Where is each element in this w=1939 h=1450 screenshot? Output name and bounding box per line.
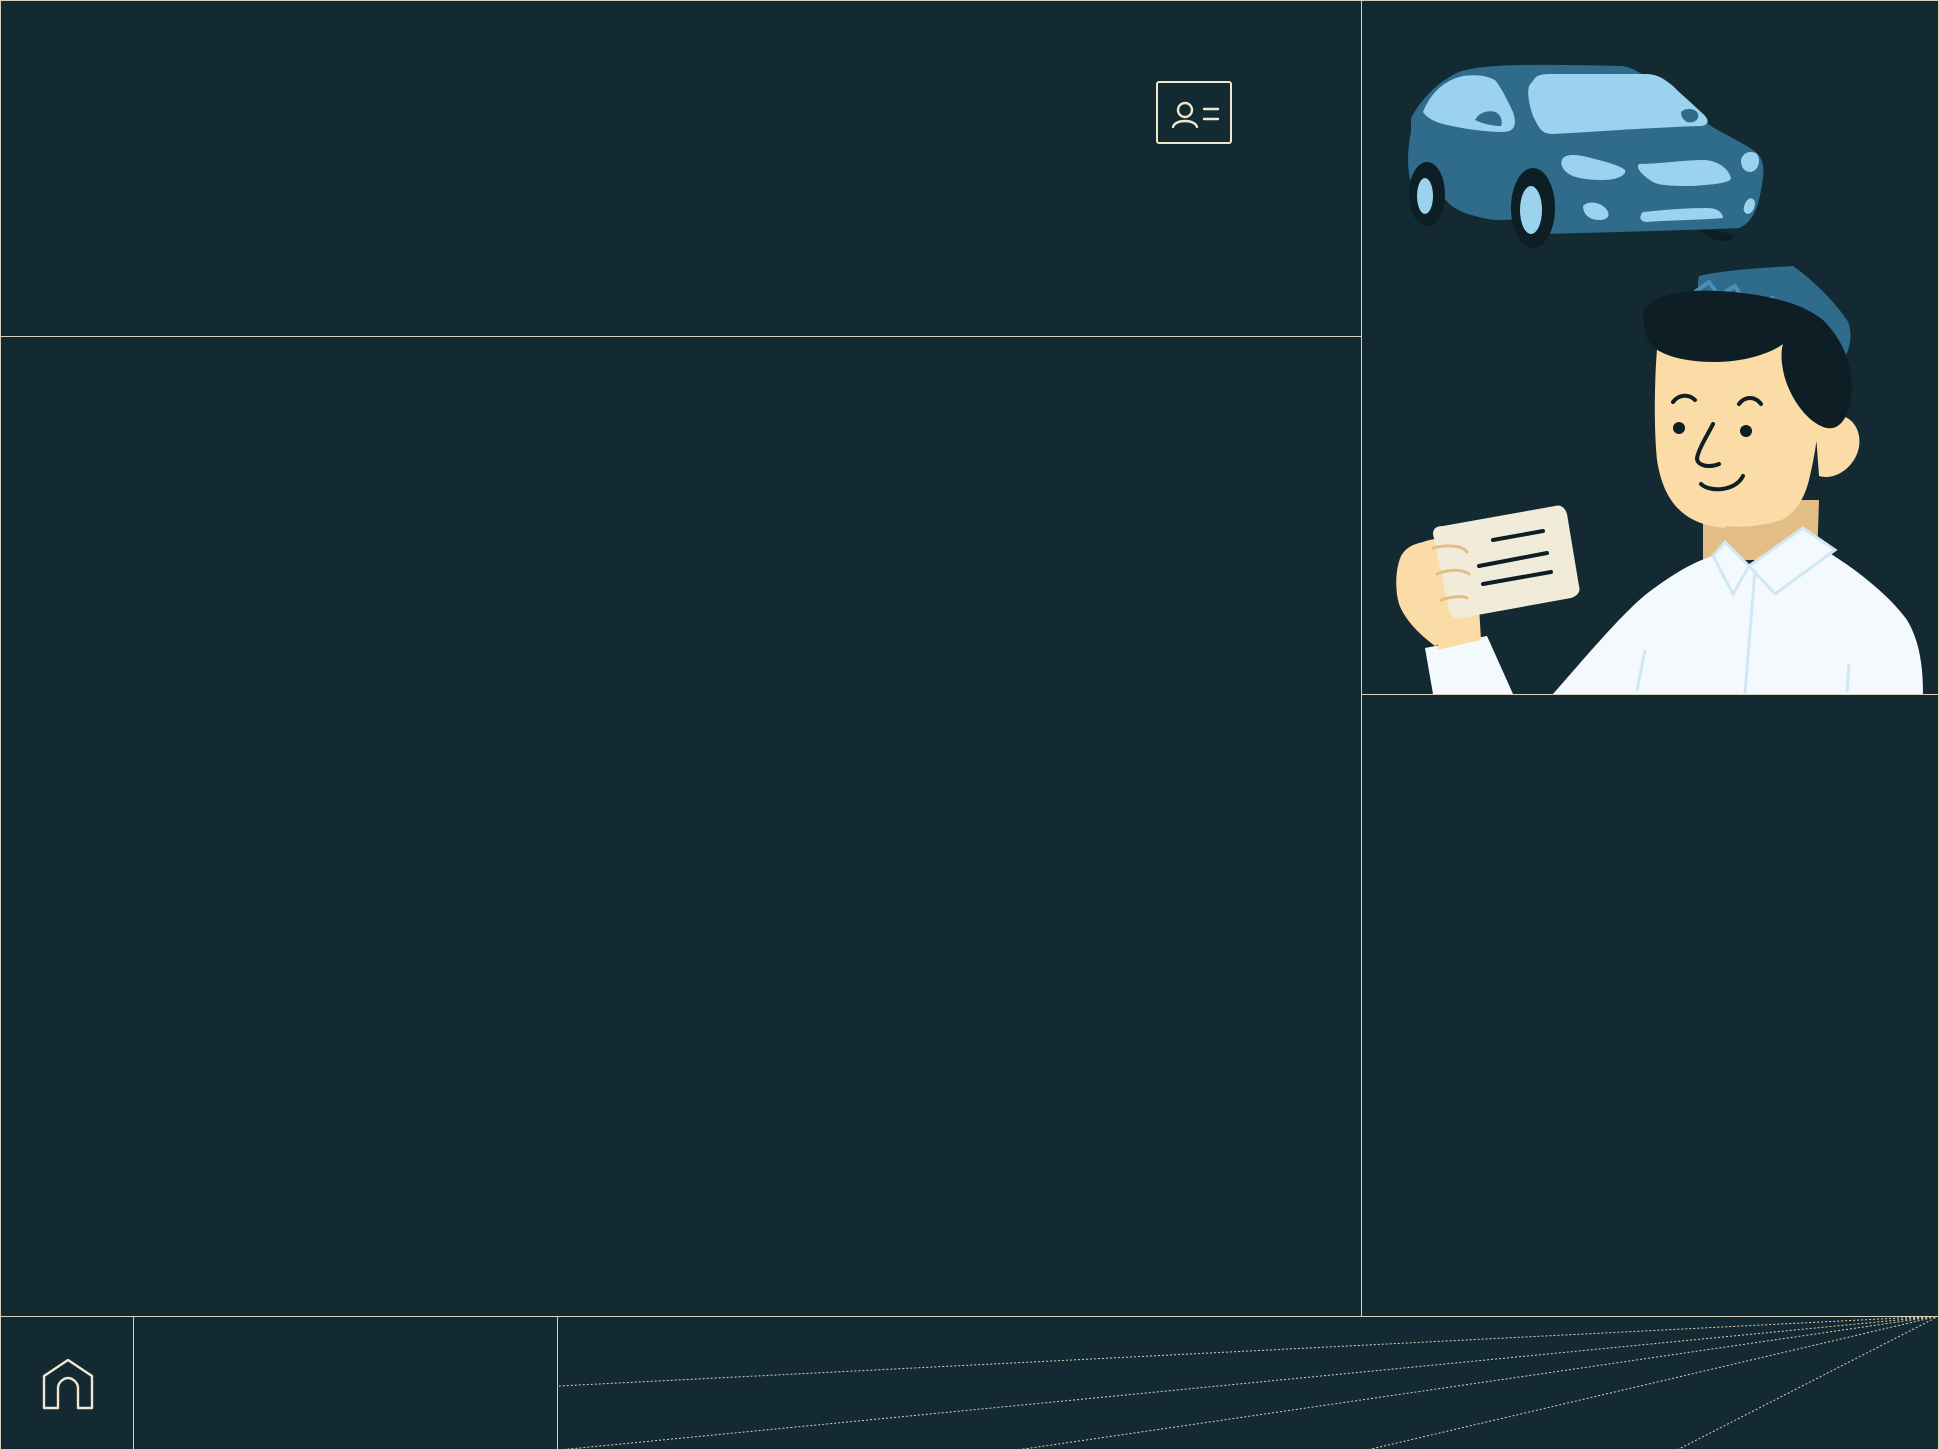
home-icon [42, 1358, 94, 1410]
footer-middle-cell [133, 1316, 558, 1450]
id-card-button[interactable] [1156, 81, 1232, 144]
main-content-panel [0, 336, 1362, 1317]
app-root [0, 0, 1939, 1450]
id-card-icon [1171, 101, 1220, 128]
footer-perspective-lines [558, 1316, 1939, 1450]
home-button[interactable] [40, 1356, 96, 1412]
side-panel [1362, 694, 1939, 1317]
license-card-icon [1433, 505, 1580, 619]
drivers-license-illustration [1396, 64, 1923, 694]
header-panel [0, 0, 1362, 337]
car-icon [1408, 64, 1764, 248]
